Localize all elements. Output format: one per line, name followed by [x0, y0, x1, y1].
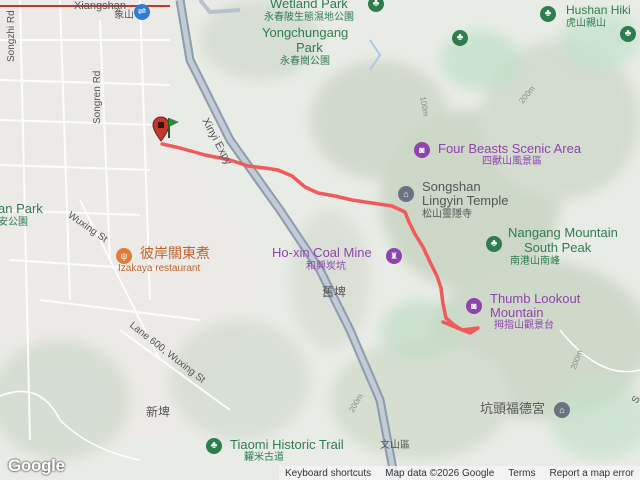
label-park: Park	[296, 40, 323, 55]
label-hoxin: Ho-xin Coal Mine	[272, 245, 372, 260]
tree-icon[interactable]: ♣	[452, 30, 468, 46]
label-izakaya: Izakaya restaurant	[118, 263, 201, 274]
label-nangang-zh: 南港山南峰	[510, 256, 560, 267]
label-izakaya-zh: 彼岸關東煮	[140, 245, 210, 261]
label-hoxin-zh: 和興炭坑	[306, 261, 346, 272]
temple-icon[interactable]: ⌂	[398, 186, 414, 202]
keyboard-shortcuts-link[interactable]: Keyboard shortcuts	[285, 468, 371, 479]
google-logo: Google	[8, 456, 65, 475]
label-wenshan-zh: 文山區	[380, 440, 410, 451]
label-songren-rd: Songren Rd	[92, 70, 103, 124]
tree-icon[interactable]: ♣	[540, 6, 556, 22]
label-tiaomi-zh: 糶米古道	[244, 452, 284, 463]
label-wetland-park: Wetland Park	[270, 0, 348, 11]
report-error-link[interactable]: Report a map error	[550, 468, 634, 479]
label-an-park: an Park	[0, 201, 43, 216]
label-an-park-zh: 安公園	[0, 217, 28, 228]
label-nangang: Nangang Mountain	[508, 225, 618, 240]
label-lingyin-zh: 松山靈隱寺	[422, 209, 472, 220]
label-thumb-zh: 拇指山觀景台	[494, 320, 554, 331]
fork-knife-icon[interactable]: ψ	[116, 248, 132, 264]
tree-icon[interactable]: ♣	[206, 438, 222, 454]
label-four-beasts: Four Beasts Scenic Area	[438, 141, 582, 156]
label-four-beasts-zh: 四獸山風景區	[482, 156, 542, 167]
camera-icon[interactable]: ◙	[414, 142, 430, 158]
label-wetland-park-zh: 永春陂生態濕地公園	[264, 12, 354, 23]
monument-icon[interactable]: ♜	[386, 248, 402, 264]
label-tiaomi: Tiaomi Historic Trail	[230, 437, 344, 452]
tree-icon[interactable]: ♣	[620, 26, 636, 42]
metro-icon: ⇌	[134, 4, 150, 20]
label-xiangshan-zh: 象山	[114, 10, 134, 21]
label-south-peak: South Peak	[524, 240, 592, 255]
label-hushan-zh: 虎山親山	[566, 18, 606, 29]
label-lingyin: Lingyin Temple	[422, 193, 509, 208]
camera-icon[interactable]: ◙	[466, 298, 482, 314]
label-kengtou-zh: 坑頭福德宮	[480, 401, 546, 416]
label-yongchungang-zh: 永春崗公園	[280, 56, 330, 67]
start-flag-icon[interactable]	[166, 116, 180, 140]
map-data-text: Map data ©2026 Google	[385, 467, 495, 479]
label-jiupi: 舊埤	[322, 285, 347, 299]
label-mountain: Mountain	[490, 305, 544, 320]
tree-icon[interactable]: ♣	[486, 236, 502, 252]
label-hushan-hiki: Hushan Hiki	[566, 3, 631, 17]
label-yongchungang: Yongchungang	[262, 25, 349, 40]
attribution-bar: Keyboard shortcuts Map data ©2026 Google…	[278, 466, 640, 480]
label-songzhi-rd: Songzhi Rd	[6, 10, 17, 62]
terms-link[interactable]: Terms	[508, 468, 535, 479]
monument-icon[interactable]: ⌂	[554, 402, 570, 418]
label-xinpi: 新埤	[146, 405, 171, 419]
